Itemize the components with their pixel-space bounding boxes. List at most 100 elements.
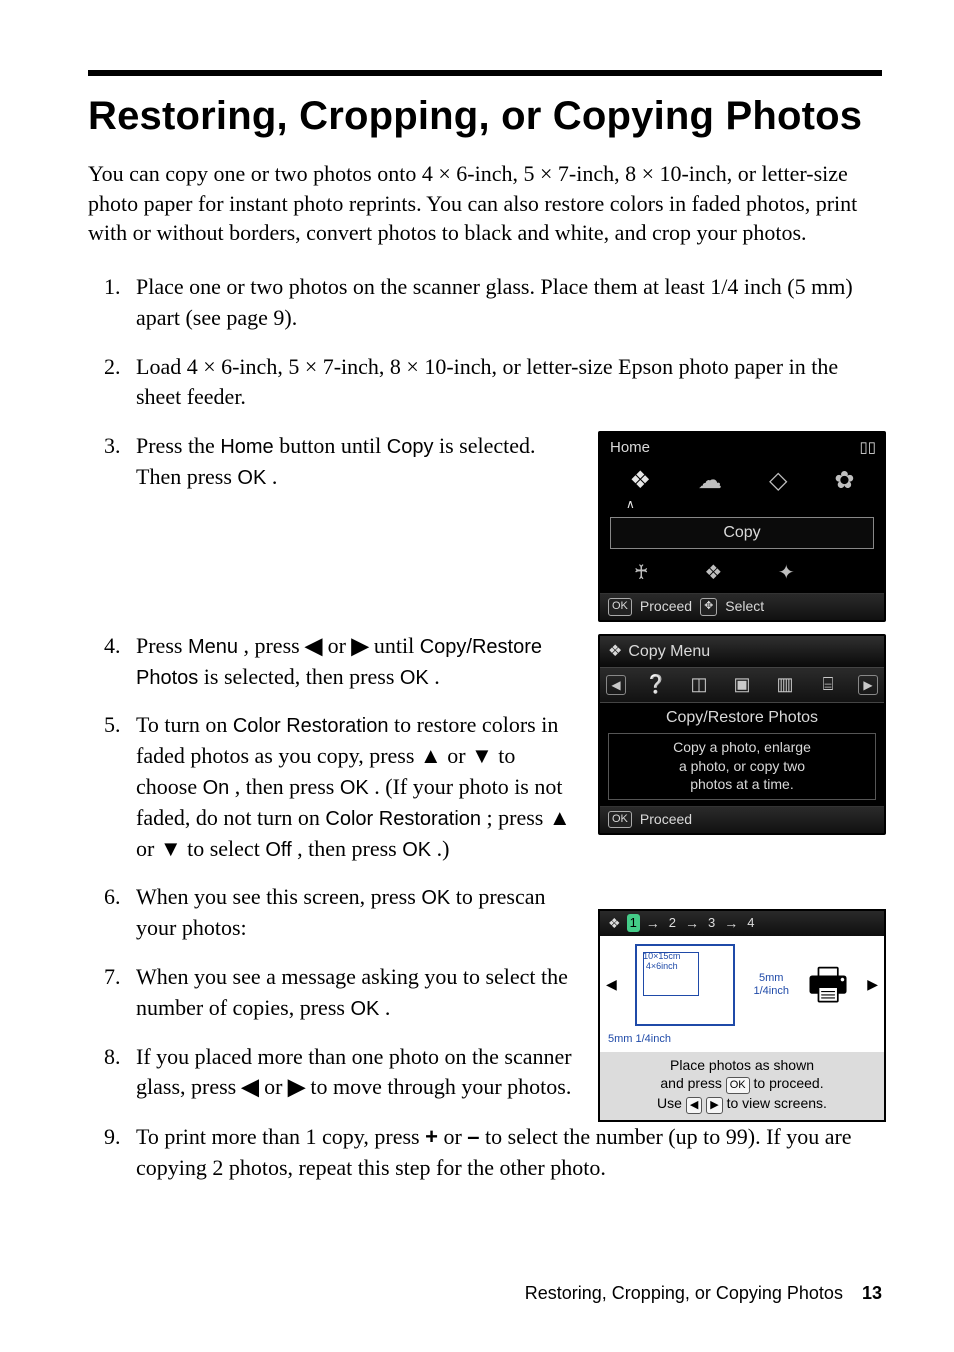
wizard-step-4: 4 [744, 914, 757, 932]
menu-restore-icon: ▣ [729, 672, 755, 698]
minus-glyph: – [467, 1124, 479, 1149]
intro-paragraph: You can copy one or two photos onto 4 × … [88, 159, 882, 248]
left-arrow-glyph: ◀ [305, 633, 322, 658]
menu-header-icon: ❖ [608, 641, 622, 663]
ok-label-5b: OK [402, 839, 431, 861]
step-4-f: . [434, 664, 440, 689]
plus-glyph: + [425, 1124, 438, 1149]
menu-ok-hint: OK [608, 811, 632, 828]
step-6-a: When you see this screen, press [136, 884, 421, 909]
ok-label-6: OK [421, 887, 450, 909]
step-7-b: . [385, 995, 391, 1020]
margin-spec: 5mm 1/4inch [608, 1033, 671, 1045]
proceed-label: Proceed [640, 597, 692, 617]
step-list: Place one or two photos on the scanner g… [88, 272, 882, 1202]
caption-left-hint: ◀ [686, 1097, 702, 1114]
step-8-b: or [264, 1074, 288, 1099]
scan-mode-icon: ◇ [769, 464, 787, 498]
caption-right-hint: ▶ [706, 1097, 722, 1114]
right-arrow-glyph-8: ▶ [288, 1074, 305, 1099]
figure-copy-menu: ❖ Copy Menu ◀ ❔ ◫ ▣ ▥ ⌸ ▶ Copy/Restore P… [598, 634, 886, 835]
down-arrow-glyph-2: ▼ [160, 836, 182, 861]
caption-line3b: to view screens. [727, 1095, 827, 1111]
step-4-a: Press [136, 633, 188, 658]
menu-proceed-label: Proceed [640, 810, 692, 830]
menu-help-icon: ❔ [643, 672, 669, 698]
wizard-step-2: 2 [666, 914, 679, 932]
step-1: Place one or two photos on the scanner g… [126, 272, 882, 334]
dpad-icon: ✥ [700, 598, 717, 615]
step-4-b: , press [243, 633, 305, 658]
step-5-k: .) [437, 836, 450, 861]
wizard-right-arrow: ▶ [867, 975, 878, 995]
figure-column: Home ▯▯ ❖ ☁ ◇ ✿ ∧ Copy ♰ ❖ ✦ [598, 431, 882, 1122]
off-label: Off [265, 839, 291, 861]
step-3-d: . [272, 464, 278, 489]
left-arrow-icon: ◀ [606, 675, 626, 695]
menu-header-title: Copy Menu [628, 641, 710, 663]
menu-button-label: Menu [188, 636, 238, 658]
menu-desc-line1: Copy a photo, enlarge [613, 738, 871, 756]
page-footer: Restoring, Cropping, or Copying Photos 1… [88, 1283, 882, 1304]
wizard-left-arrow: ◀ [606, 975, 617, 995]
copy-mode-icon: ❖ [629, 464, 651, 498]
top-rule [88, 70, 882, 76]
step-3-a: Press the [136, 433, 220, 458]
right-arrow-glyph: ▶ [351, 633, 368, 658]
copy-mode-label: Copy [387, 436, 434, 458]
photo-mode-icon: ☁ [698, 464, 722, 498]
page-title: Restoring, Cropping, or Copying Photos [88, 94, 882, 139]
signal-icon: ▯▯ [859, 437, 876, 458]
step-5-c: or [447, 743, 471, 768]
step-5-i: to select [187, 836, 265, 861]
gap-in: 1/4inch [753, 985, 788, 997]
home-screen-title: Home [610, 437, 650, 458]
step-4-e: is selected, then press [204, 664, 400, 689]
ok-button-label: OK [237, 467, 266, 489]
footer-page-number: 13 [862, 1283, 882, 1303]
footer-section: Restoring, Cropping, or Copying Photos [525, 1283, 843, 1303]
caption-line3a: Use [657, 1095, 686, 1111]
photo-size-in: 4×6inch [646, 961, 678, 971]
ok-label-5a: OK [340, 777, 369, 799]
up-arrow-glyph-2: ▲ [549, 805, 571, 830]
step-5-a: To turn on [136, 712, 233, 737]
menu-print-icon: ⌸ [815, 672, 841, 698]
caption-line2a: and press [660, 1075, 725, 1091]
menu-desc-line3: photos at a time. [613, 775, 871, 793]
on-label: On [203, 777, 230, 799]
ok-label-7: OK [350, 998, 379, 1020]
select-label: Select [725, 597, 764, 617]
ok-button-hint: OK [608, 598, 632, 615]
home-button-label: Home [220, 436, 273, 458]
color-restoration-label-1: Color Restoration [233, 715, 389, 737]
left-arrow-glyph-8: ◀ [242, 1074, 259, 1099]
step-3-b: button until [279, 433, 387, 458]
wizard-step-3: 3 [705, 914, 718, 932]
figure-place-photos: ❖ 1→ 2→ 3→ 4 ◀ 10×15cm 4×6inch 5m [598, 909, 886, 1123]
menu-selected-label: Copy/Restore Photos [600, 703, 884, 733]
step-4-d: until [374, 633, 420, 658]
settings-icon: ♰ [634, 559, 649, 587]
up-arrow-glyph-1: ▲ [420, 743, 442, 768]
down-arrow-glyph-1: ▼ [471, 743, 493, 768]
step-9: To print more than 1 copy, press + or – … [126, 1122, 882, 1184]
selection-indicator: ∧ [600, 496, 884, 513]
menu-layout-icon: ◫ [686, 672, 712, 698]
caption-line2b: to proceed. [754, 1075, 824, 1091]
step-5-e: , then press [235, 774, 340, 799]
brush-icon: ✦ [778, 559, 795, 587]
caption-line1: Place photos as shown [606, 1056, 878, 1075]
grid-icon: ❖ [704, 559, 722, 587]
step-5-j: , then press [297, 836, 402, 861]
wizard-step-1: 1 [627, 914, 640, 932]
scanner-glass-icon: 10×15cm 4×6inch [635, 944, 735, 1026]
step-9-a: To print more than 1 copy, press [136, 1124, 425, 1149]
ok-label-4: OK [400, 667, 429, 689]
right-arrow-icon: ▶ [858, 675, 878, 695]
home-screen-label: Copy [610, 517, 874, 549]
step-1-text: Place one or two photos on the scanner g… [136, 274, 853, 330]
setup-mode-icon: ✿ [834, 464, 854, 498]
step-5-h: or [136, 836, 160, 861]
wizard-mode-icon: ❖ [608, 914, 621, 934]
